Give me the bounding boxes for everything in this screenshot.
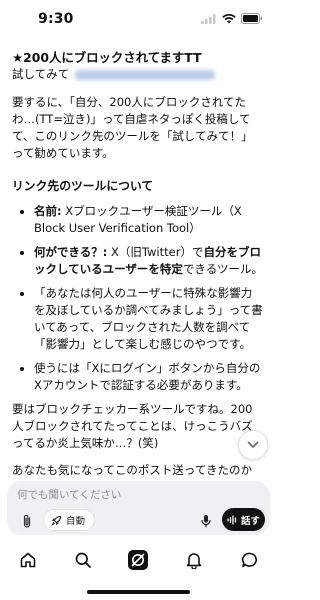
mic-button[interactable] — [198, 512, 214, 530]
bullet-text: 「あなたは何人のユーザーに特殊な影響力を及ぼしているか調べてみましょう」って書い… — [34, 286, 263, 351]
attach-button[interactable] — [17, 512, 37, 530]
tab-grok[interactable] — [126, 548, 150, 572]
bullet-text: Xブロックユーザー検証ツール（X Block User Verification… — [34, 204, 242, 235]
home-icon — [20, 552, 36, 568]
search-icon — [75, 552, 91, 568]
tool-details-list: 名前: Xブロックユーザー検証ツール（X Block User Verifica… — [12, 203, 263, 394]
message-content: ★200人にブロックされてますTT 試してみて 要するに、「自分、200人にブロ… — [0, 40, 277, 478]
soundwave-icon — [227, 514, 237, 525]
tab-search[interactable] — [71, 548, 95, 572]
microphone-icon — [201, 515, 211, 528]
bullet-bold: 何ができる？: — [34, 245, 108, 259]
list-item: 名前: Xブロックユーザー検証ツール（X Block User Verifica… — [12, 203, 263, 237]
bullet-text-2: できるツール。 — [182, 262, 263, 276]
scroll-fade — [12, 40, 263, 46]
auto-mode-button[interactable]: 自動 — [43, 509, 96, 531]
tab-messages[interactable] — [238, 548, 262, 572]
bottom-tab-bar — [0, 540, 277, 580]
bullet-text: X（旧Twitter）で — [107, 245, 204, 259]
status-time: 9:30 — [38, 11, 74, 27]
home-indicator — [87, 590, 190, 594]
status-bar: 9:30 — [0, 0, 277, 40]
blurred-link[interactable] — [75, 69, 216, 80]
bell-icon — [186, 553, 202, 569]
auto-mode-label: 自動 — [66, 516, 86, 527]
paperclip-icon — [23, 514, 31, 528]
section-title: リンク先のツールについて — [12, 179, 154, 193]
try-prefix: 試してみて — [12, 67, 70, 81]
list-item: 使うには「Xにログイン」ボタンから自分のXアカウントで認証する必要があります。 — [12, 360, 263, 394]
rocket-icon — [51, 515, 62, 526]
chat-bubble-icon — [241, 552, 257, 568]
conclusion-paragraph: 要はブロックチェッカー系ツールですね。200人ブロックされてたってことは、けっこ… — [12, 402, 253, 450]
post-heading: ★200人にブロックされてますTT — [12, 50, 202, 65]
list-item: 何ができる？: X（旧Twitter）で自分をブロックしているユーザーを特定でき… — [12, 244, 263, 278]
chevron-down-icon — [247, 441, 259, 448]
summary-paragraph: 要するに、「自分、200人にブロックされてたわ…(TT=泣き)」って自虐ネタっぽ… — [12, 95, 253, 160]
scroll-down-button[interactable] — [238, 430, 268, 460]
bullet-text: 使うには「Xにログイン」ボタンから自分のXアカウントで認証する必要があります。 — [34, 361, 261, 392]
cellular-signal-icon — [201, 13, 216, 24]
list-item: 「あなたは何人のユーザーに特殊な影響力を及ぼしているか調べてみましょう」って書い… — [12, 285, 263, 353]
composer: 自動 話す — [7, 481, 270, 535]
try-line: 試してみて — [12, 66, 263, 82]
question-paragraph: あなたも気になってこのポスト送ってきたのかな？試してみたい？ それともただのネタ… — [12, 463, 253, 477]
status-icons — [201, 13, 263, 24]
message-input[interactable] — [17, 486, 257, 504]
grok-icon — [128, 550, 148, 570]
wifi-icon — [222, 13, 236, 23]
tab-home[interactable] — [16, 548, 40, 572]
battery-icon — [241, 13, 263, 24]
bullet-bold: 名前: — [34, 204, 62, 218]
tab-notifications[interactable] — [182, 548, 206, 572]
talk-button[interactable]: 話す — [222, 508, 265, 531]
talk-label: 話す — [240, 515, 260, 527]
